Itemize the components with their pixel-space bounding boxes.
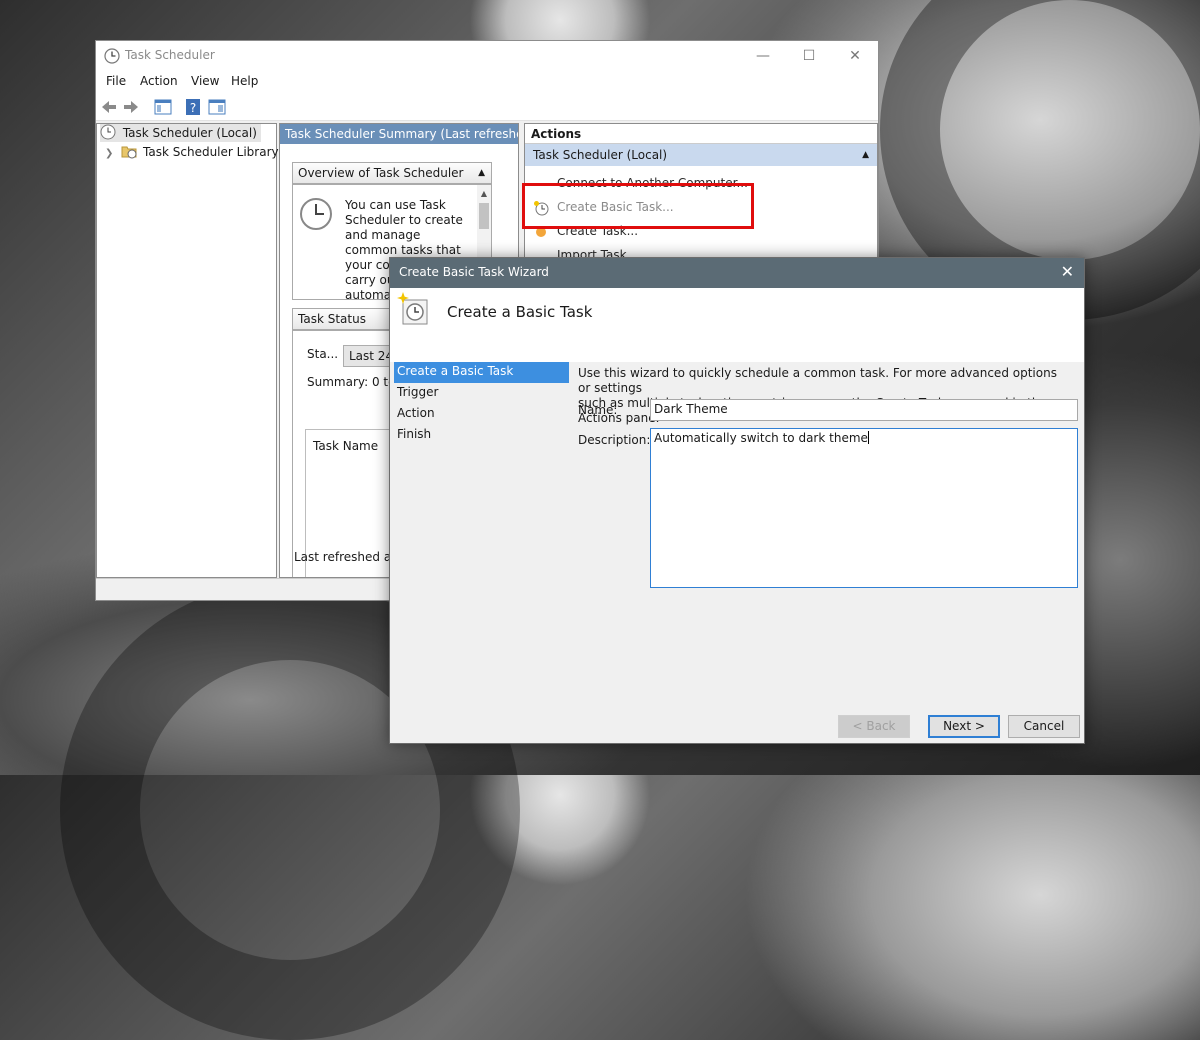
collapse-arrow-icon[interactable]: ▲ (478, 163, 485, 183)
svg-text:?: ? (190, 101, 196, 115)
menu-bar: File Action View Help (96, 71, 878, 93)
help-icon[interactable]: ? (184, 98, 202, 116)
forward-arrow-icon[interactable] (122, 98, 140, 116)
step-finish[interactable]: Finish (394, 425, 569, 446)
cancel-button[interactable]: Cancel (1008, 715, 1080, 738)
create-basic-task-wizard: Create Basic Task Wizard ✕ Create a Basi… (389, 257, 1085, 744)
wizard-title-bar: Create Basic Task Wizard ✕ (390, 258, 1084, 288)
back-button[interactable]: < Back (838, 715, 910, 738)
overview-panel-header[interactable]: Overview of Task Scheduler ▲ (292, 162, 492, 184)
name-field[interactable]: Dark Theme (650, 399, 1078, 421)
collapse-arrow-icon[interactable]: ▲ (862, 144, 869, 166)
step-action[interactable]: Action (394, 404, 569, 425)
menu-help[interactable]: Help (231, 74, 258, 88)
highlight-box (522, 183, 754, 229)
close-button[interactable]: ✕ (832, 41, 878, 71)
window-title: Task Scheduler (125, 48, 215, 62)
menu-file[interactable]: File (106, 74, 126, 88)
show-hide-console-tree-icon[interactable] (154, 98, 172, 116)
tree-item-label: Task Scheduler (Local) (122, 126, 257, 140)
task-status-title: Task Status (298, 312, 366, 326)
tree-item-task-scheduler-library[interactable]: ❯ Task Scheduler Library (105, 143, 279, 161)
toolbar: ? (96, 93, 878, 121)
overview-title: Overview of Task Scheduler (298, 166, 464, 180)
close-icon[interactable]: ✕ (1061, 262, 1074, 281)
show-hide-action-pane-icon[interactable] (208, 98, 226, 116)
folder-clock-icon (121, 146, 137, 159)
title-bar: Task Scheduler — ☐ ✕ (96, 41, 878, 71)
back-arrow-icon[interactable] (100, 98, 118, 116)
chevron-right-icon[interactable]: ❯ (105, 148, 113, 159)
task-name-column-header[interactable]: Task Name (313, 439, 378, 453)
description-field[interactable]: Automatically switch to dark theme (650, 428, 1078, 588)
minimize-button[interactable]: — (740, 41, 786, 71)
wizard-title: Create Basic Task Wizard (399, 265, 549, 279)
menu-action[interactable]: Action (140, 74, 178, 88)
create-basic-task-icon (397, 292, 428, 325)
scroll-up-icon[interactable]: ▲ (477, 189, 491, 198)
tree-item-label: Task Scheduler Library (143, 145, 279, 159)
summary-header: Task Scheduler Summary (Last refreshed: … (280, 124, 518, 144)
actions-section-task-scheduler-local[interactable]: Task Scheduler (Local) ▲ (525, 144, 877, 166)
navigation-tree: Task Scheduler (Local) ❯ Task Scheduler … (96, 123, 279, 578)
description-label: Description: (578, 433, 651, 447)
wizard-header: Create a Basic Task (390, 288, 1084, 362)
summary-text: Summary: 0 tot (307, 375, 401, 389)
name-label: Name: (578, 403, 618, 417)
tree-item-task-scheduler-local[interactable]: Task Scheduler (Local) (100, 124, 261, 142)
wizard-heading: Create a Basic Task (447, 303, 593, 321)
wizard-steps: Create a Basic Task Trigger Action Finis… (394, 362, 569, 446)
clock-icon (300, 198, 332, 230)
menu-view[interactable]: View (191, 74, 219, 88)
clock-icon (104, 48, 120, 64)
step-create-a-basic-task[interactable]: Create a Basic Task (394, 362, 569, 383)
next-button[interactable]: Next > (928, 715, 1000, 738)
status-label: Sta... (307, 347, 339, 361)
clock-icon (100, 124, 116, 140)
scroll-thumb[interactable] (479, 203, 489, 229)
maximize-button[interactable]: ☐ (786, 41, 832, 71)
actions-header: Actions (525, 124, 877, 144)
text-cursor (867, 431, 869, 444)
step-trigger[interactable]: Trigger (394, 383, 569, 404)
